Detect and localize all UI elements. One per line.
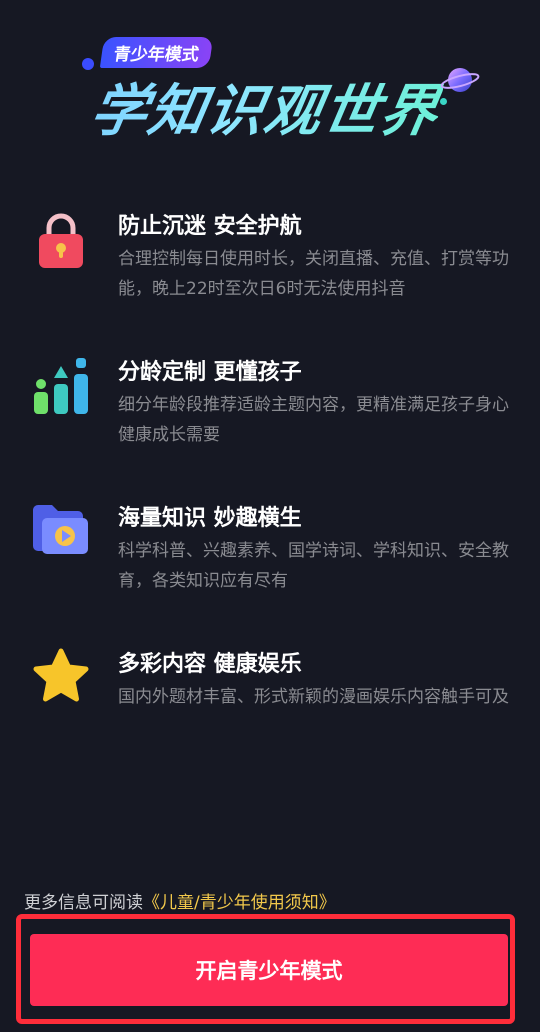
feature-description: 国内外题材丰富、形式新颖的漫画娱乐内容触手可及 (118, 687, 509, 707)
feature-title: 多彩内容 健康娱乐 (118, 652, 302, 677)
hero-title: 学知识观世界 (85, 66, 447, 147)
feature-title: 防止沉迷 安全护航 (118, 214, 302, 239)
bar-chart-icon (34, 358, 88, 414)
feature-title: 海量知识 妙趣横生 (118, 506, 302, 531)
guidelines-link[interactable]: 《儿童/青少年使用须知》 (143, 893, 336, 913)
feature-item-anti-addiction: 防止沉迷 安全护航 合理控制每日使用时长，关闭直播、充值、打赏等功能，晚上22时… (0, 200, 540, 320)
star-icon (33, 648, 89, 702)
feature-item-knowledge: 海量知识 妙趣横生 科学科普、兴趣素养、国学诗词、学科知识、安全教育，各类知识应… (0, 492, 540, 612)
video-folder-icon (33, 505, 88, 554)
feature-description: 细分年龄段推荐适龄主题内容，更精准满足孩子身心健康成长需要 (118, 395, 509, 445)
decor-dot-icon (82, 58, 94, 70)
feature-description: 合理控制每日使用时长，关闭直播、充值、打赏等功能，晚上22时至次日6时无法使用抖… (118, 249, 509, 299)
planet-icon (440, 68, 480, 92)
lock-icon (39, 213, 83, 268)
teen-mode-badge: 青少年模式 (99, 37, 214, 68)
hero-banner: 青少年模式 学知识观世界 (0, 0, 540, 160)
feature-description: 科学科普、兴趣素养、国学诗词、学科知识、安全教育，各类知识应有尽有 (118, 541, 509, 591)
feature-title: 分龄定制 更懂孩子 (118, 360, 302, 385)
feature-item-age-customization: 分龄定制 更懂孩子 细分年龄段推荐适龄主题内容，更精准满足孩子身心健康成长需要 (0, 346, 540, 466)
info-note: 更多信息可阅读《儿童/青少年使用须知》 (24, 888, 336, 913)
feature-item-entertainment: 多彩内容 健康娱乐 国内外题材丰富、形式新颖的漫画娱乐内容触手可及 (0, 638, 540, 758)
enable-teen-mode-button[interactable]: 开启青少年模式 (30, 934, 508, 1006)
info-note-text: 更多信息可阅读 (24, 893, 143, 913)
